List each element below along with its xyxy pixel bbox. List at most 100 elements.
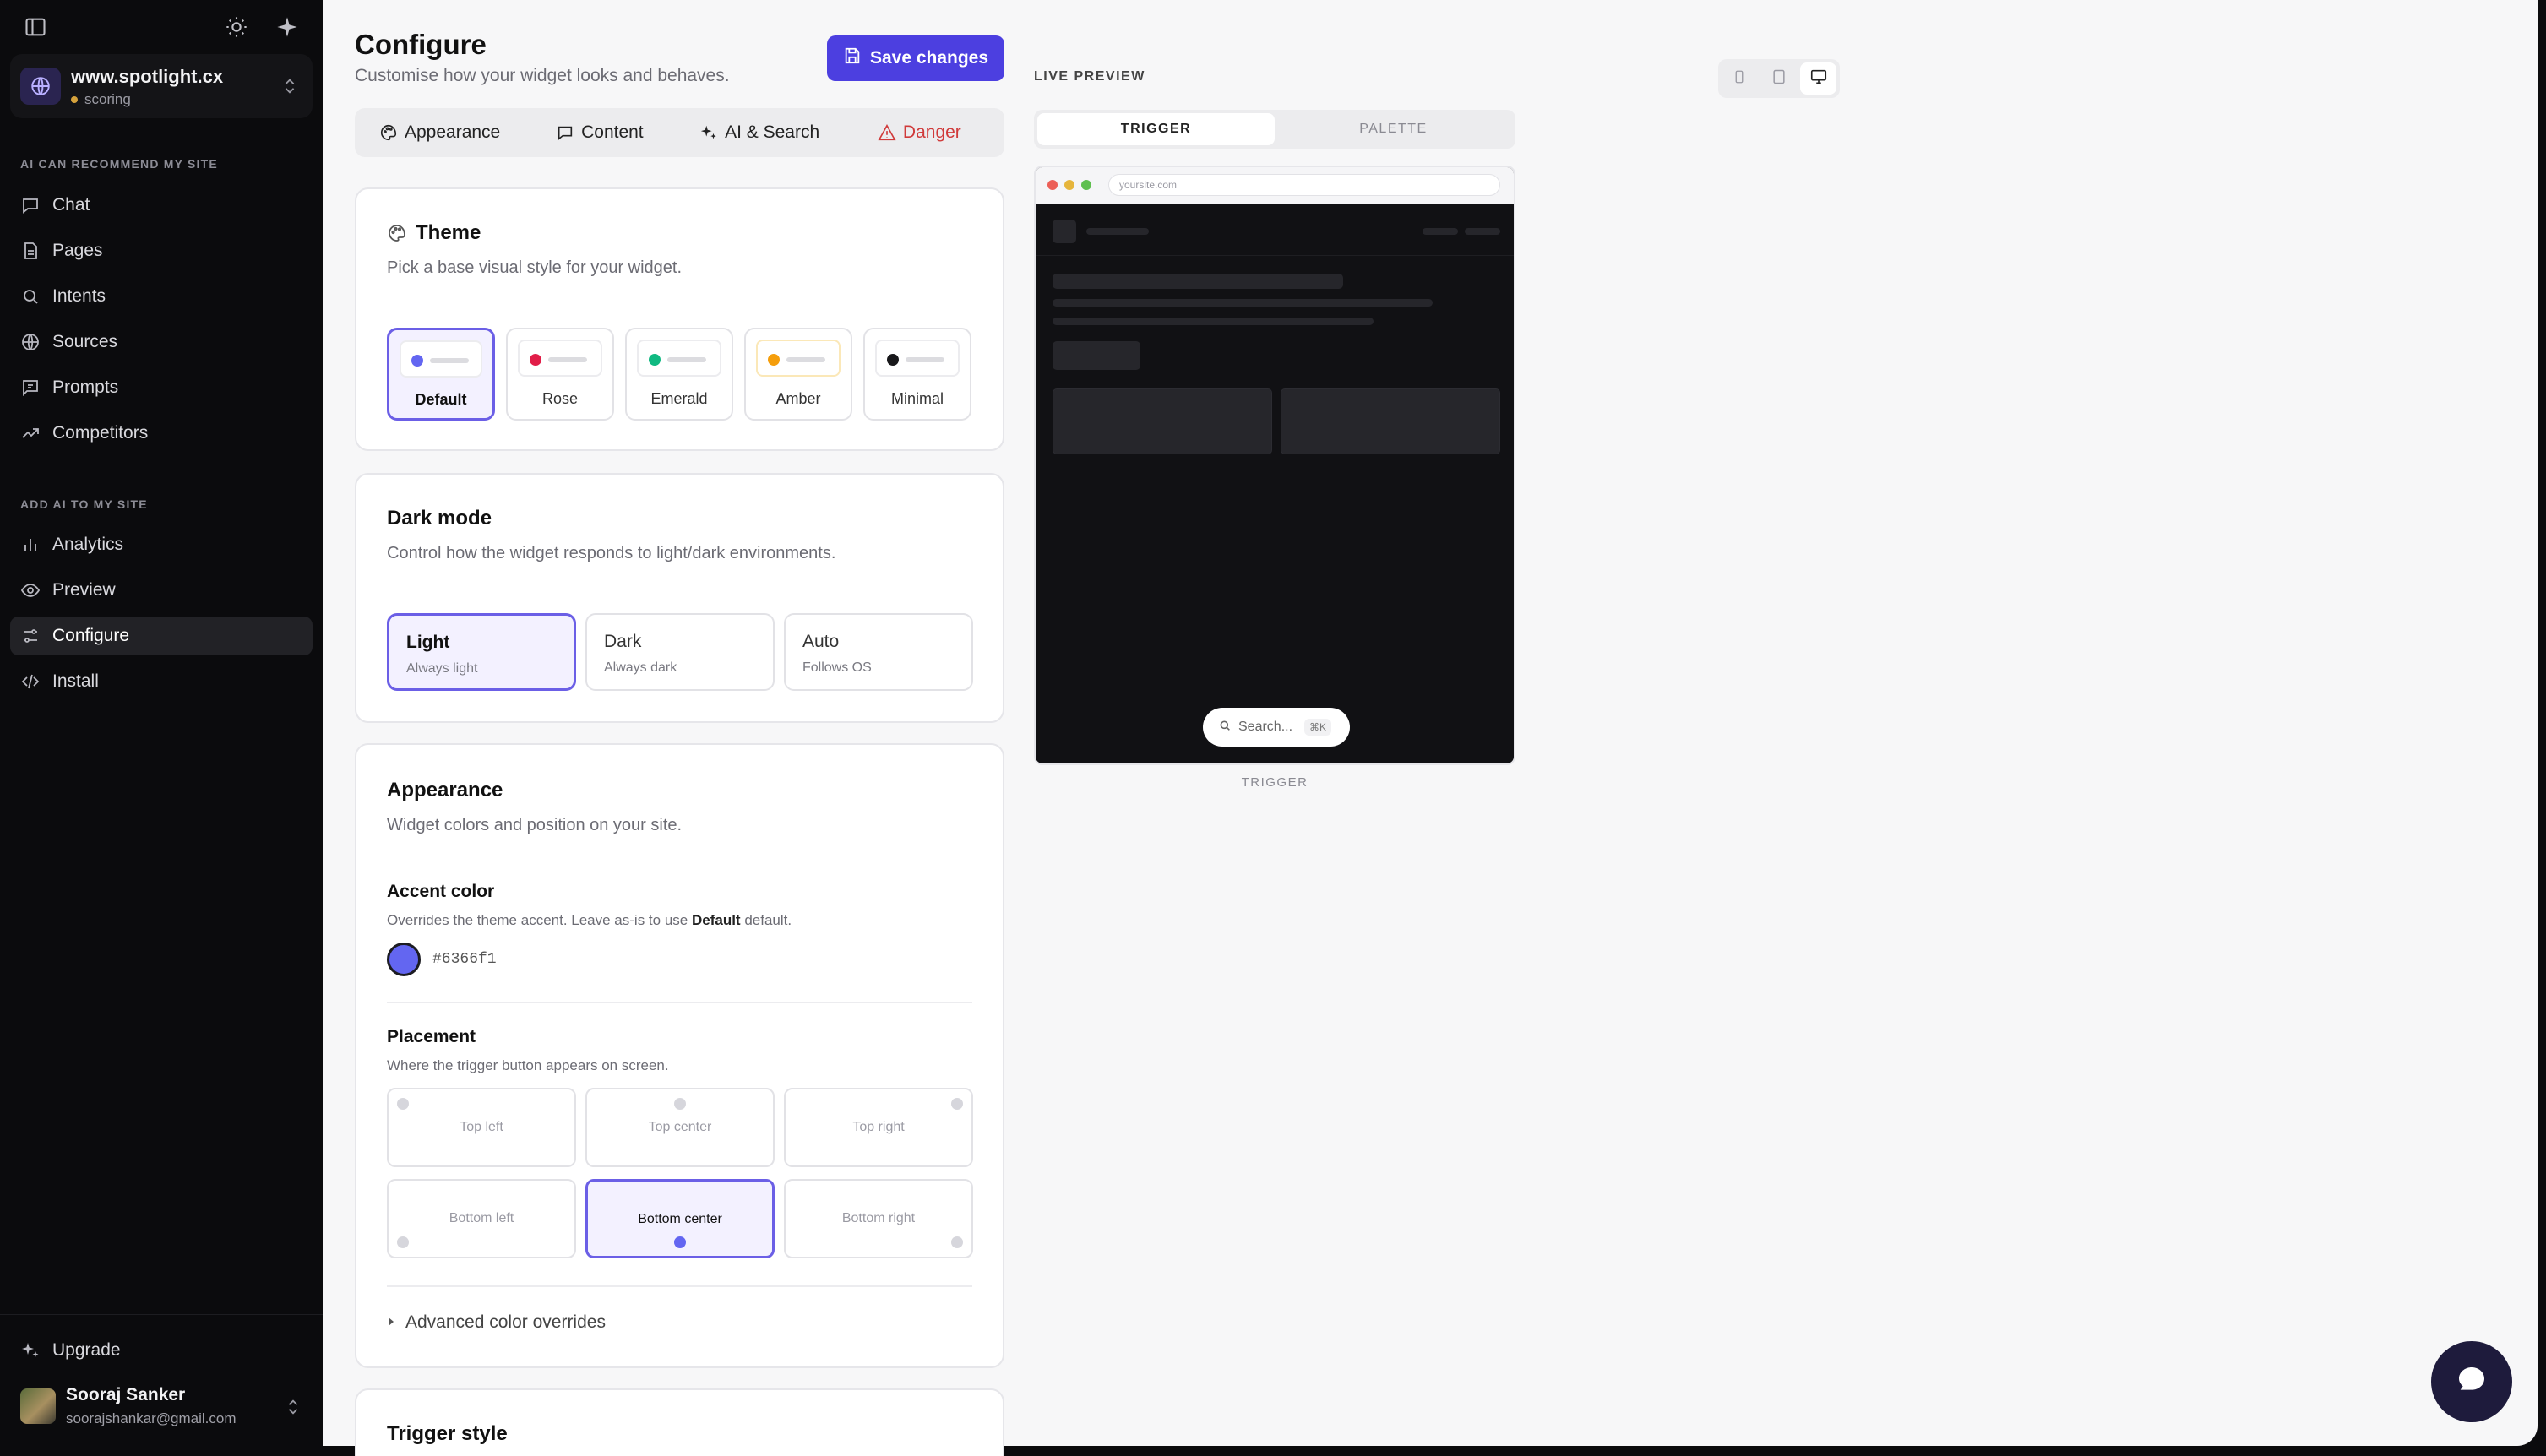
- theme-option-minimal[interactable]: Minimal: [863, 328, 971, 421]
- status-dot: [71, 96, 78, 103]
- placement-label: Placement: [387, 1027, 476, 1046]
- sidebar-item-upgrade[interactable]: Upgrade: [10, 1331, 313, 1370]
- theme-option-amber[interactable]: Amber: [744, 328, 852, 421]
- placement-top-right[interactable]: Top right: [784, 1088, 973, 1167]
- placement-bottom-center[interactable]: Bottom center: [585, 1179, 775, 1258]
- theme-swatch: [875, 340, 960, 377]
- accent-color-picker[interactable]: [387, 943, 421, 976]
- maximize-dot: [1081, 180, 1091, 190]
- preview-tab-palette[interactable]: PALETTE: [1275, 113, 1512, 145]
- skeleton-logo: [1053, 220, 1076, 243]
- main-content: Configure Customise how your widget look…: [323, 0, 2538, 1456]
- placement-dot: [674, 1236, 686, 1248]
- globe-icon: [20, 332, 41, 352]
- mode-sub: Follows OS: [802, 660, 872, 675]
- sidebar-item-chat[interactable]: Chat: [10, 186, 313, 225]
- tab-ai-search[interactable]: AI & Search: [680, 113, 840, 152]
- site-switcher[interactable]: www.spotlight.cx scoring: [10, 54, 313, 118]
- divider: [387, 1285, 972, 1287]
- mode-name: Light: [406, 633, 450, 652]
- tab-danger[interactable]: Danger: [840, 113, 999, 152]
- tab-label: Appearance: [404, 122, 501, 142]
- save-button-label: Save changes: [869, 48, 989, 68]
- theme-option-label: Emerald: [650, 390, 708, 407]
- chat-bubble-icon: [2455, 1363, 2489, 1401]
- tab-content[interactable]: Content: [520, 113, 679, 152]
- theme-option-label: Amber: [775, 390, 821, 407]
- desktop-device-button[interactable]: [1800, 62, 1837, 95]
- theme-option-rose[interactable]: Rose: [506, 328, 614, 421]
- chevron-up-down-icon: [284, 1395, 302, 1419]
- dark-mode-card: Dark mode Control how the widget respond…: [355, 473, 1004, 723]
- placement-bottom-left[interactable]: Bottom left: [387, 1179, 576, 1258]
- sidebar-item-label: Install: [52, 671, 99, 691]
- placement-top-left[interactable]: Top left: [387, 1088, 576, 1167]
- theme-option-label: Minimal: [890, 390, 944, 407]
- preview-search-trigger[interactable]: Search... ⌘K: [1203, 708, 1350, 747]
- mode-option-auto[interactable]: Auto Follows OS: [784, 613, 973, 691]
- placement-label-text: Bottom right: [841, 1211, 916, 1225]
- placement-dot: [397, 1236, 409, 1248]
- preview-tab-trigger[interactable]: TRIGGER: [1037, 113, 1275, 145]
- sidebar-item-prompts[interactable]: Prompts: [10, 368, 313, 407]
- skeleton-heading: [1053, 274, 1343, 289]
- sun-icon[interactable]: [225, 15, 248, 39]
- sidebar-divider: [0, 1314, 323, 1315]
- preview-search-placeholder: Search...: [1238, 720, 1293, 734]
- sidebar-toggle-icon[interactable]: [24, 15, 47, 39]
- code-icon: [20, 671, 41, 692]
- preview-url: yoursite.com: [1108, 174, 1500, 196]
- divider: [387, 1002, 972, 1003]
- preview-frame: yoursite.com Search... ⌘K: [1034, 166, 1515, 765]
- sidebar-item-label: Competitors: [52, 423, 149, 443]
- tab-label: AI & Search: [725, 122, 820, 142]
- user-menu[interactable]: Sooraj Sanker soorajshankar@gmail.com: [20, 1382, 302, 1434]
- page-subtitle: Customise how your widget looks and beha…: [355, 66, 730, 85]
- sidebar-item-label: Analytics: [52, 535, 124, 554]
- theme-option-default[interactable]: Default: [387, 328, 495, 421]
- sparkle-icon[interactable]: [275, 15, 299, 39]
- mode-option-dark[interactable]: Dark Always dark: [585, 613, 775, 691]
- placement-label-text: Top left: [460, 1120, 503, 1134]
- mode-sub: Always dark: [604, 660, 677, 675]
- chat-launcher-button[interactable]: [2431, 1341, 2512, 1422]
- trigger-style-card: Trigger style: [355, 1388, 1004, 1456]
- sidebar-item-preview[interactable]: Preview: [10, 571, 313, 610]
- skeleton-line: [1086, 228, 1149, 235]
- sidebar-item-label: Prompts: [52, 378, 119, 397]
- caret-right-icon: [387, 1312, 395, 1333]
- appearance-desc: Widget colors and position on your site.: [387, 816, 683, 834]
- theme-option-emerald[interactable]: Emerald: [625, 328, 733, 421]
- search-icon: [1218, 719, 1232, 736]
- skeleton-card: [1281, 388, 1500, 454]
- skeleton-line: [1053, 299, 1433, 307]
- skeleton-button: [1053, 341, 1140, 370]
- sidebar-item-sources[interactable]: Sources: [10, 323, 313, 361]
- mode-option-light[interactable]: Light Always light: [387, 613, 576, 691]
- sidebar-item-install[interactable]: Install: [10, 662, 313, 701]
- theme-title: Theme: [416, 221, 481, 244]
- save-button[interactable]: Save changes: [827, 35, 1004, 81]
- sidebar-item-configure[interactable]: Configure: [10, 617, 313, 655]
- mobile-device-button[interactable]: [1722, 62, 1758, 95]
- placement-bottom-right[interactable]: Bottom right: [784, 1179, 973, 1258]
- advanced-color-overrides-toggle[interactable]: Advanced color overrides: [387, 1312, 606, 1333]
- skeleton-line: [1053, 318, 1374, 325]
- sparkles-icon: [699, 123, 718, 142]
- sidebar-item-analytics[interactable]: Analytics: [10, 525, 313, 564]
- skeleton-divider: [1036, 255, 1514, 256]
- trigger-style-title: Trigger style: [387, 1422, 508, 1445]
- section-label-recommend: AI CAN RECOMMEND MY SITE: [20, 157, 218, 171]
- mode-name: Dark: [604, 632, 642, 651]
- file-icon: [20, 241, 41, 261]
- sidebar-item-competitors[interactable]: Competitors: [10, 414, 313, 453]
- tablet-device-button[interactable]: [1761, 62, 1798, 95]
- sliders-icon: [20, 626, 41, 646]
- live-preview-label: LIVE PREVIEW: [1034, 69, 1145, 84]
- sidebar-item-intents[interactable]: Intents: [10, 277, 313, 316]
- globe-icon: [20, 68, 61, 105]
- tab-appearance[interactable]: Appearance: [360, 113, 520, 152]
- placement-top-center[interactable]: Top center: [585, 1088, 775, 1167]
- sidebar-item-label: Preview: [52, 580, 116, 600]
- sidebar-item-pages[interactable]: Pages: [10, 231, 313, 270]
